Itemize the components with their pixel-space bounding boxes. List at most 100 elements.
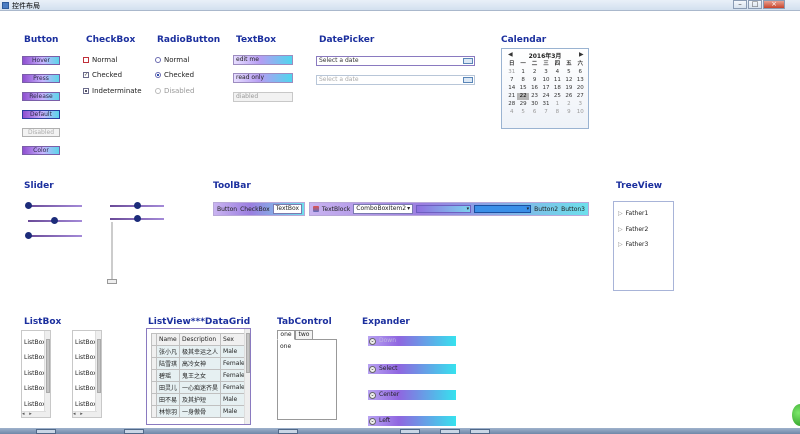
calendar-day[interactable]: 1 <box>552 101 563 108</box>
color-button[interactable]: Color <box>22 146 60 155</box>
table-row[interactable]: 碧瑶 鬼王之女 Female <box>151 369 248 382</box>
calendar-day[interactable]: 21 <box>506 93 517 100</box>
slider-thumb[interactable] <box>134 215 141 222</box>
expander-center[interactable]: ⌄ Center <box>368 390 456 400</box>
calendar-header[interactable]: 2016年3月 <box>502 51 588 60</box>
tree-item[interactable]: ▷ Father1 <box>618 210 648 217</box>
datepicker-2[interactable]: Select a date <box>316 75 475 85</box>
radio-circle[interactable] <box>155 72 161 78</box>
tab-one[interactable]: one <box>277 330 295 340</box>
minimize-button[interactable]: – <box>733 0 747 9</box>
chevron-down-icon[interactable]: ▾ <box>467 206 471 212</box>
slider-track[interactable] <box>28 205 82 207</box>
calendar-day[interactable]: 23 <box>529 93 540 100</box>
calendar-grid[interactable]: 日一二三四五六 31 1 2 3 4 5 6 7 8 9 10 11 12 13 14 15 16 17 18 19 20… <box>506 61 586 116</box>
slider-thumb[interactable] <box>51 217 58 224</box>
datagrid[interactable]: Name Description Sex 张小凡 极其幸运之人 Male 陆雪琪 高冷… <box>146 328 251 425</box>
radio-checked[interactable]: Checked <box>155 71 194 79</box>
toolbar-textbox[interactable]: TextBox <box>272 204 303 214</box>
slider-track[interactable] <box>28 235 82 237</box>
calendar-day[interactable]: 25 <box>552 93 563 100</box>
edit-textbox[interactable]: edit me <box>233 55 293 65</box>
checkbox-checked[interactable]: ✓ Checked <box>83 71 122 79</box>
toolbar-button2[interactable]: Button2 <box>534 206 558 213</box>
list-item[interactable]: ListBox <box>24 354 46 361</box>
calendar-day[interactable]: 19 <box>563 85 574 92</box>
table-row[interactable]: 林惊羽 一身傲骨 Male <box>151 405 248 418</box>
expand-arrow-icon[interactable]: ▷ <box>618 210 623 217</box>
release-button[interactable]: Release <box>22 92 60 101</box>
calendar-day[interactable]: 29 <box>517 101 528 108</box>
horizontal-scrollbar[interactable]: ◂ ▸ <box>73 411 97 417</box>
toolbar-button3[interactable]: Button3 <box>561 206 585 213</box>
chevron-down-icon[interactable]: ⌄ <box>369 337 376 345</box>
checkbox-normal[interactable]: Normal <box>83 56 117 64</box>
table-row[interactable]: 田灵儿 一心痴迷齐昊 Female <box>151 381 248 394</box>
toolbar-combobox-empty[interactable]: ▾ <box>416 205 472 213</box>
table-row[interactable]: 陆雪琪 高冷女神 Female <box>151 357 248 370</box>
expander-down[interactable]: ⌄ Down <box>368 336 456 346</box>
vertical-slider-thumb[interactable] <box>107 279 117 284</box>
calendar-day[interactable]: 24 <box>540 93 551 100</box>
chevron-down-icon[interactable]: ▾ <box>527 206 531 212</box>
calendar-day[interactable]: 26 <box>563 93 574 100</box>
calendar-day[interactable]: 2 <box>529 69 540 76</box>
calendar-day[interactable]: 17 <box>540 85 551 92</box>
datepicker-1[interactable]: Select a date <box>316 56 475 66</box>
chevron-down-icon[interactable]: ⌄ <box>369 365 376 373</box>
radio-normal[interactable]: Normal <box>155 56 189 64</box>
list-item[interactable]: ListBox <box>24 401 46 408</box>
slider-thumb[interactable] <box>25 232 32 239</box>
expander-left[interactable]: ⌄ Left <box>368 416 456 426</box>
checkbox-indeterminate[interactable]: Indeterminate <box>83 87 142 95</box>
calendar-day[interactable]: 9 <box>529 77 540 84</box>
calendar-day[interactable]: 10 <box>540 77 551 84</box>
expand-arrow-icon[interactable]: ▷ <box>618 241 623 248</box>
taskbar-app-icon[interactable] <box>440 429 460 434</box>
checkbox-box[interactable] <box>83 88 89 94</box>
calendar-day[interactable]: 13 <box>575 77 586 84</box>
calendar-day[interactable]: 30 <box>529 101 540 108</box>
taskbar-app-icon[interactable] <box>278 429 298 434</box>
list-item[interactable]: ListBox <box>75 370 97 377</box>
list-item[interactable]: ListBox <box>75 339 97 346</box>
calendar-day[interactable]: 6 <box>529 109 540 116</box>
column-header[interactable]: Name <box>155 333 181 346</box>
calendar-day[interactable]: 8 <box>552 109 563 116</box>
list-item[interactable]: ListBox <box>75 354 97 361</box>
calendar-day[interactable]: 5 <box>517 109 528 116</box>
expander-select[interactable]: ⌄ Select <box>368 364 456 374</box>
vertical-scrollbar[interactable] <box>95 331 101 417</box>
calendar-day[interactable]: 31 <box>506 69 517 76</box>
calendar-day[interactable]: 5 <box>563 69 574 76</box>
calendar-day[interactable]: 28 <box>506 101 517 108</box>
calendar-day[interactable]: 6 <box>575 69 586 76</box>
checkmark-icon[interactable]: ✓ <box>83 72 89 78</box>
slider-thumb[interactable] <box>25 202 32 209</box>
vertical-scrollbar[interactable] <box>244 329 250 424</box>
table-row[interactable]: 田不易 及其护短 Male <box>151 393 248 406</box>
calendar-day[interactable]: 3 <box>540 69 551 76</box>
calendar-day[interactable]: 22 <box>517 93 529 100</box>
table-cell[interactable]: 一心痴迷齐昊 <box>179 381 222 394</box>
calendar-day[interactable]: 27 <box>575 93 586 100</box>
taskbar-app-icon[interactable] <box>470 429 490 434</box>
next-month-icon[interactable]: ▶ <box>579 51 584 58</box>
radio-circle[interactable] <box>155 57 161 63</box>
toolbar-combobox[interactable]: ComboBoxItem2 ▾ <box>353 204 414 214</box>
scrollbar-thumb[interactable] <box>246 333 250 373</box>
scrollbar-thumb[interactable] <box>46 339 50 393</box>
table-cell[interactable]: 高冷女神 <box>179 357 222 370</box>
calendar-day[interactable]: 14 <box>506 85 517 92</box>
calendar-day[interactable]: 20 <box>575 85 586 92</box>
column-header[interactable]: Description <box>179 333 222 346</box>
table-cell[interactable]: 田灵儿 <box>155 381 181 394</box>
readonly-textbox[interactable]: read only <box>233 73 293 83</box>
notification-orb-icon[interactable] <box>792 404 800 426</box>
horizontal-scrollbar[interactable]: ◂ ▸ <box>22 411 46 417</box>
scrollbar-thumb[interactable] <box>97 339 101 393</box>
chevron-down-icon[interactable]: ⌄ <box>369 391 376 399</box>
calendar-day[interactable]: 3 <box>575 101 586 108</box>
taskbar-app-icon[interactable] <box>400 429 420 434</box>
list-item[interactable]: ListBox <box>75 401 97 408</box>
